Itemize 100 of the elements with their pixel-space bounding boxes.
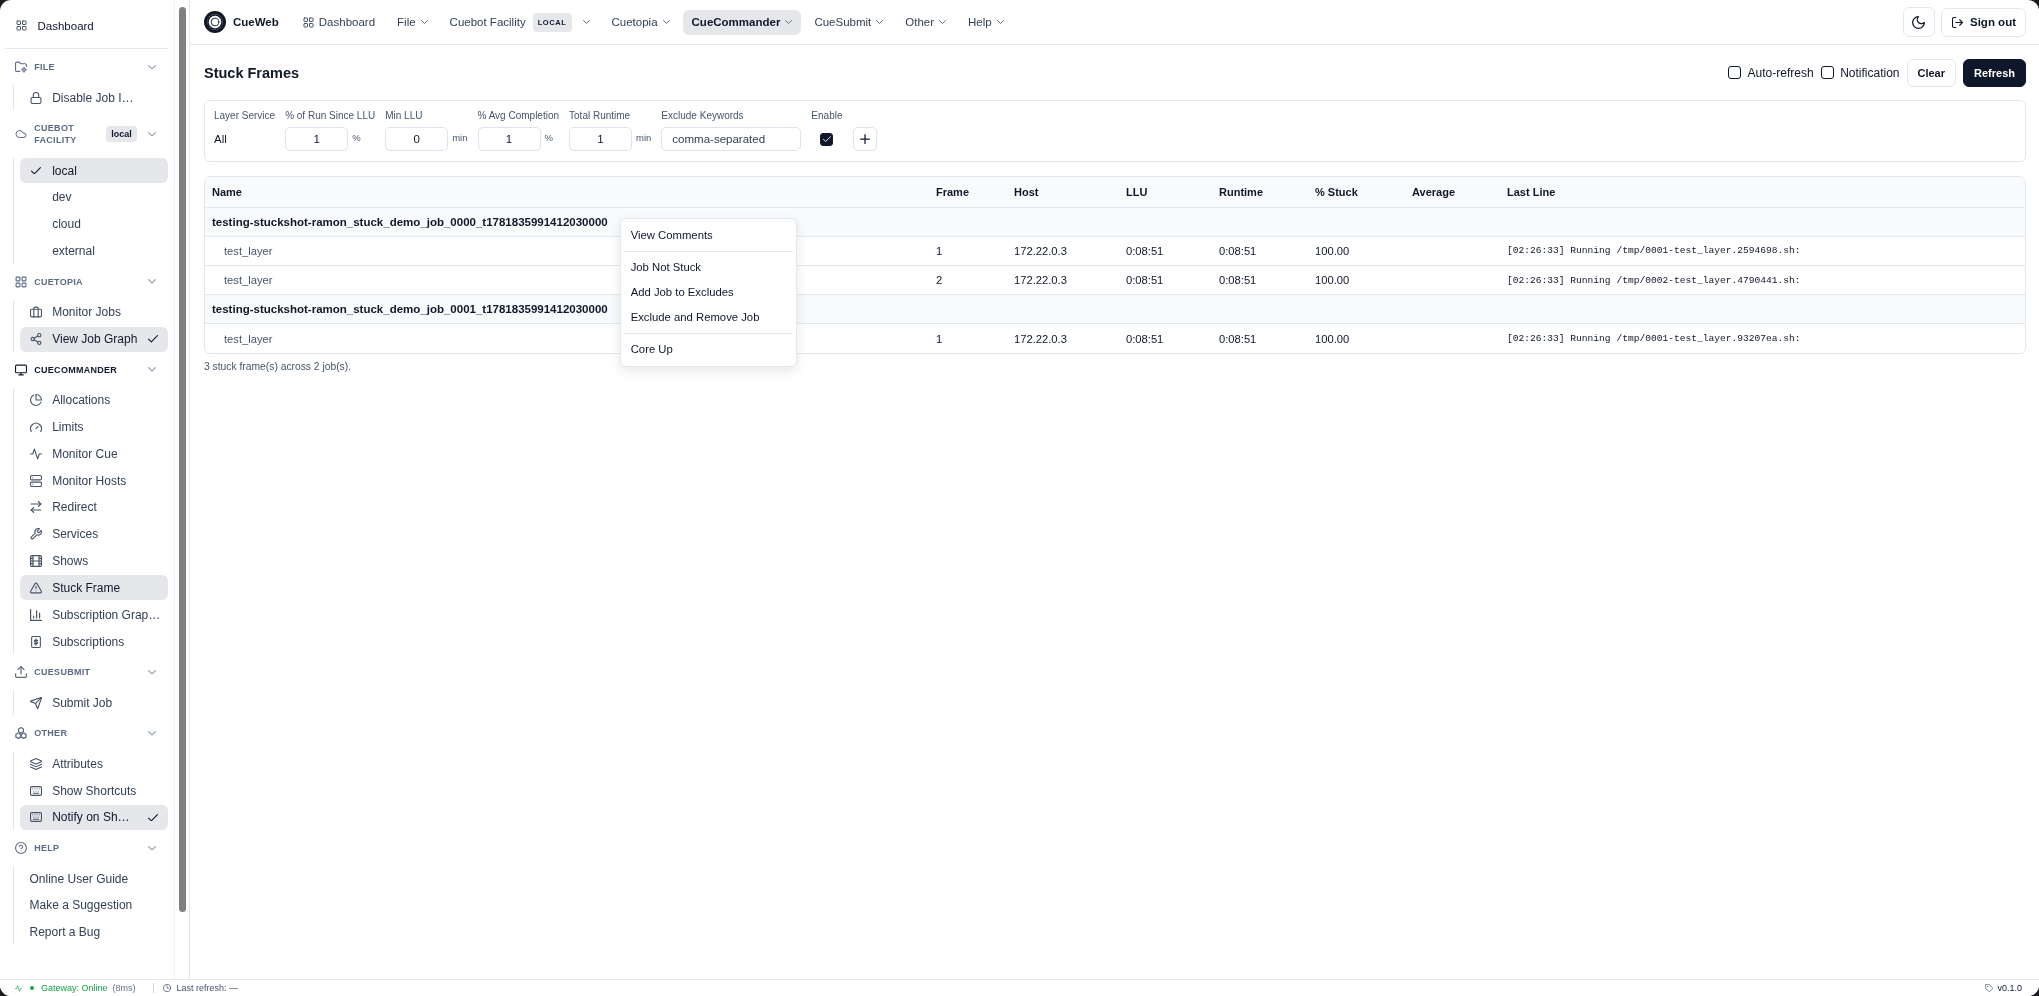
sidebar-item[interactable]: Monitor Jobs — [19, 299, 168, 325]
page-title: Stuck Frames — [204, 64, 300, 81]
column-header[interactable]: Average — [1405, 185, 1500, 198]
moon-icon — [1912, 15, 1925, 29]
sidebar-item[interactable]: Redirect — [19, 494, 168, 520]
sidebar-item[interactable]: dev — [19, 184, 168, 210]
tag-icon — [1985, 984, 1994, 992]
field-label: Layer Service — [214, 110, 276, 123]
nav-menu[interactable]: Help — [959, 9, 1013, 35]
section-header[interactable]: CUESUBMIT — [0, 656, 174, 689]
theme-toggle-button[interactable] — [1902, 7, 1935, 37]
clear-button[interactable]: Clear — [1906, 58, 1957, 87]
sidebar-item[interactable]: external — [19, 238, 168, 264]
share-icon — [29, 333, 42, 345]
number-field[interactable]: 1 — [569, 127, 633, 152]
clock-icon — [162, 984, 171, 992]
section-header[interactable]: CUECOMMANDER — [0, 353, 174, 386]
sidebar-item[interactable]: View Job Graph — [19, 326, 168, 352]
column-header[interactable]: Name — [205, 185, 929, 198]
table-cell-text: 100.00 — [1314, 274, 1351, 287]
column-header[interactable]: Last Line — [1500, 185, 2025, 198]
unit-label: % — [352, 131, 361, 143]
sidebar-item[interactable]: Notify on Sh… — [19, 804, 168, 830]
number-field[interactable]: 1 — [285, 127, 349, 152]
field-label: % Avg Completion — [477, 110, 560, 123]
swap-arrows-icon — [29, 501, 42, 514]
number-field[interactable]: 0 — [385, 127, 449, 152]
menu-item[interactable]: Core Up — [625, 336, 792, 362]
monitor-icon — [15, 363, 27, 376]
table-cell-text: 1 — [935, 332, 944, 345]
sidebar-item[interactable]: Subscription Grap… — [19, 602, 168, 628]
text-field[interactable]: comma-separated — [661, 127, 802, 152]
section-header[interactable]: HELP — [0, 831, 174, 865]
column-header[interactable]: Host — [1007, 185, 1119, 198]
sidebar-item[interactable]: Report a Bug — [19, 919, 168, 945]
table-cell-text: 172.22.0.3 — [1013, 332, 1068, 345]
table-cell-text: 1 — [935, 244, 944, 257]
section-header[interactable]: OTHER — [0, 717, 174, 750]
add-button[interactable] — [852, 127, 877, 152]
column-header[interactable]: Runtime — [1212, 185, 1308, 198]
scrollbar-thumb[interactable] — [178, 7, 186, 912]
lock-icon — [29, 91, 42, 104]
sidebar-item[interactable]: Subscriptions — [19, 629, 168, 655]
menu-item[interactable]: Job Not Stuck — [625, 254, 792, 280]
last-refresh: Last refresh: — — [176, 983, 239, 993]
server-icon — [29, 474, 42, 487]
upload-icon — [15, 666, 27, 679]
nav-menu[interactable]: CueCommander — [682, 9, 802, 35]
checkbox[interactable] — [820, 132, 834, 146]
column-header[interactable]: % Stuck — [1308, 185, 1405, 198]
sidebar-item[interactable]: Disable Job I… — [19, 85, 168, 110]
nav-menu[interactable]: CueSubmit — [805, 9, 893, 35]
number-field[interactable]: 1 — [477, 127, 541, 152]
sidebar-item[interactable]: Attributes — [19, 751, 168, 777]
section-header[interactable]: FILE — [0, 50, 174, 84]
table-cell-text: 100.00 — [1314, 244, 1351, 257]
folder-gear-icon — [15, 60, 27, 73]
checkbox[interactable] — [1728, 66, 1742, 80]
sidebar-item[interactable]: Submit Job — [19, 690, 168, 716]
sidebar-item[interactable]: cloud — [19, 211, 168, 237]
field-label: Enable — [811, 110, 843, 123]
sidebar-item[interactable]: Stuck Frame — [19, 575, 168, 601]
nav-menu[interactable]: File — [388, 9, 437, 35]
section-header[interactable]: CUETOPIA — [0, 265, 174, 298]
table-cell-text: test_layer — [223, 274, 274, 287]
job-name: testing-stuckshot-ramon_stuck_demo_job_0001_t1781835991412030000 — [212, 303, 608, 316]
help-icon — [15, 842, 27, 854]
checkbox-label: Notification — [1840, 65, 1900, 80]
nav-menu[interactable]: Cuetopia — [602, 9, 679, 35]
column-header[interactable]: Frame — [929, 185, 1007, 198]
checkbox[interactable] — [1820, 66, 1834, 80]
sidebar-item[interactable]: Shows — [19, 548, 168, 574]
column-header[interactable]: LLU — [1119, 185, 1212, 198]
job-name: testing-stuckshot-ramon_stuck_demo_job_0000_t1781835991412030000 — [212, 215, 608, 228]
sidebar-item[interactable]: Online User Guide — [19, 866, 168, 892]
sidebar-link[interactable]: Dashboard — [0, 11, 174, 41]
activity-icon — [15, 984, 22, 992]
grid-icon — [15, 275, 27, 288]
briefcase-icon — [29, 306, 42, 319]
sidebar-item[interactable]: Show Shortcuts — [19, 778, 168, 804]
table-cell-text: 100.00 — [1314, 332, 1351, 345]
boxes-icon — [15, 727, 27, 740]
sidebar-item[interactable]: Allocations — [19, 387, 168, 413]
table-cell-text: test_layer — [223, 244, 274, 257]
nav-menu[interactable]: Other — [896, 9, 956, 35]
sign-out-button[interactable]: Sign out — [1941, 7, 2026, 37]
keyboard-icon — [29, 784, 42, 797]
sidebar-item[interactable]: Services — [19, 521, 168, 547]
sidebar-item[interactable]: Monitor Cue — [19, 441, 168, 467]
sidebar-item[interactable]: Monitor Hosts — [19, 468, 168, 494]
sidebar-item[interactable]: Limits — [19, 414, 168, 440]
warning-icon — [29, 581, 42, 594]
nav-link[interactable]: Dashboard — [293, 9, 385, 35]
sidebar-item[interactable]: local — [19, 158, 168, 184]
section-header[interactable]: CUEBOT FACILITY local — [0, 111, 174, 157]
send-icon — [29, 696, 42, 709]
sidebar-item[interactable]: Make a Suggestion — [19, 892, 168, 918]
layers-icon — [29, 757, 42, 770]
refresh-button[interactable]: Refresh — [1963, 58, 2026, 87]
table-cell-text: 0:08:51 — [1125, 274, 1165, 287]
